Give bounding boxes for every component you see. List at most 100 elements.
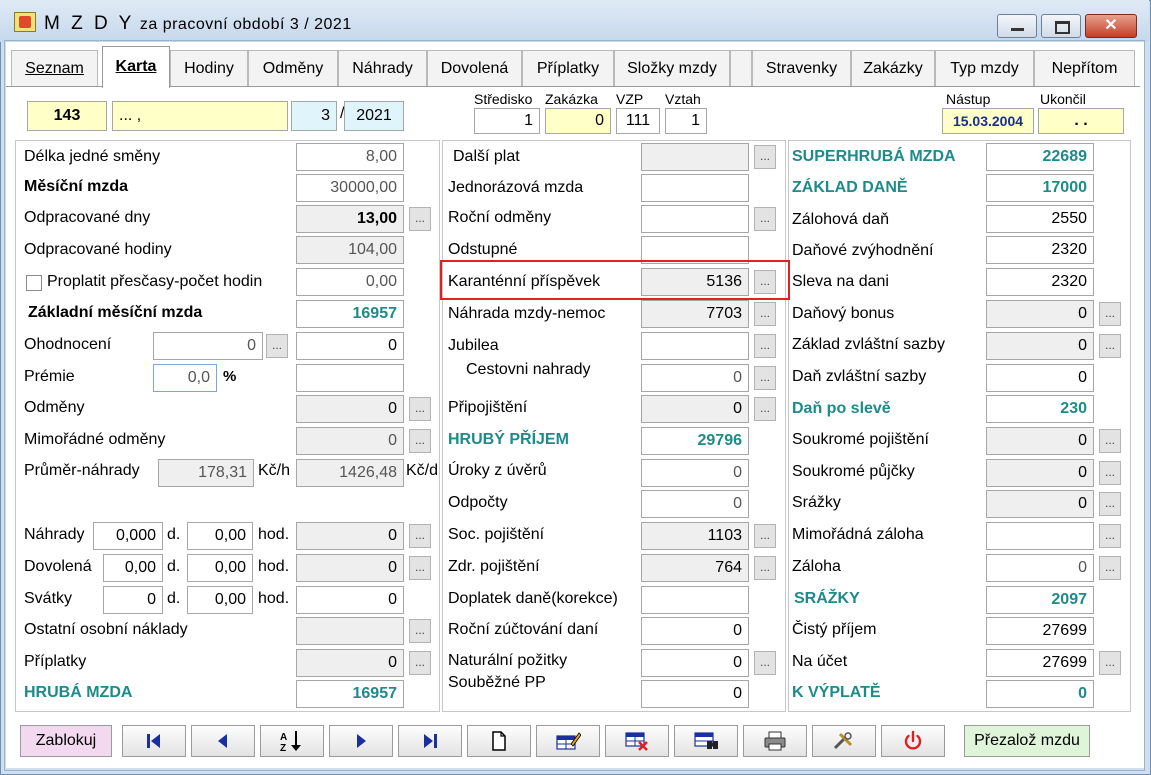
rocni-zuctovani-field[interactable]: 0 xyxy=(641,617,749,645)
tab-typ-mzdy[interactable]: Typ mzdy xyxy=(935,50,1034,86)
ohodnoceni-detail-button[interactable]: ... xyxy=(266,334,288,358)
exit-button[interactable] xyxy=(881,725,945,757)
danovy-bonus-detail-button[interactable]: ... xyxy=(1099,302,1121,326)
ostatni-naklady-field[interactable] xyxy=(296,617,404,645)
prumer-hodinovy-field[interactable]: 178,31 xyxy=(158,459,254,487)
soubezne-pp-field[interactable]: 0 xyxy=(641,680,749,708)
soukrome-pojisteni-detail-button[interactable]: ... xyxy=(1099,429,1121,453)
tab-zakazky[interactable]: Zakázky xyxy=(851,50,935,86)
first-record-button[interactable] xyxy=(122,725,186,757)
tab-seznam[interactable]: Seznam xyxy=(11,50,98,86)
svatky-field[interactable]: 0 xyxy=(296,586,404,614)
odprac-dny-detail-button[interactable]: ... xyxy=(409,207,431,231)
tools-button[interactable] xyxy=(812,725,876,757)
prescasy-checkbox[interactable] xyxy=(26,275,42,291)
delete-record-button[interactable] xyxy=(605,725,669,757)
soc-pojisteni-detail-button[interactable]: ... xyxy=(754,524,776,548)
delka-smeny-field[interactable]: 8,00 xyxy=(296,143,404,171)
tab-dovolena[interactable]: Dovolená xyxy=(427,50,522,86)
soukrome-pujcky-field[interactable]: 0 xyxy=(986,459,1094,487)
sort-button[interactable]: AZ xyxy=(260,725,324,757)
dovolena-dny-field[interactable]: 0,00 xyxy=(103,554,163,582)
employee-number-field[interactable]: 143 xyxy=(27,101,107,131)
vzp-field[interactable]: 111 xyxy=(616,108,660,134)
zalohova-dan-field[interactable]: 2550 xyxy=(986,205,1094,233)
dovolena-hodiny-field[interactable]: 0,00 xyxy=(187,554,253,582)
mimoradne-odmeny-field[interactable]: 0 xyxy=(296,427,404,455)
srazky-field[interactable]: 0 xyxy=(986,490,1094,518)
dalsi-plat-detail-button[interactable]: ... xyxy=(754,145,776,169)
soukrome-pojisteni-field[interactable]: 0 xyxy=(986,427,1094,455)
doplatek-dane-field[interactable] xyxy=(641,586,749,614)
tab-slozky-mzdy[interactable]: Složky mzdy xyxy=(614,50,730,86)
tab-karta[interactable]: Karta xyxy=(102,46,170,88)
nahrady-dny-field[interactable]: 0,000 xyxy=(93,522,163,550)
mimoradna-zaloha-field[interactable] xyxy=(986,522,1094,550)
jubilea-field[interactable] xyxy=(641,332,749,360)
svatky-hodiny-field[interactable]: 0,00 xyxy=(187,586,253,614)
odmeny-detail-button[interactable]: ... xyxy=(409,397,431,421)
ostatni-naklady-detail-button[interactable]: ... xyxy=(409,619,431,643)
vztah-field[interactable]: 1 xyxy=(665,108,707,134)
jubilea-detail-button[interactable]: ... xyxy=(754,334,776,358)
ohodnoceni-input[interactable]: 0 xyxy=(153,332,263,360)
zaklad-zvlastni-sazby-detail-button[interactable]: ... xyxy=(1099,334,1121,358)
next-record-button[interactable] xyxy=(329,725,393,757)
nahrada-nemoc-detail-button[interactable]: ... xyxy=(754,302,776,326)
zaloha-field[interactable]: 0 xyxy=(986,554,1094,582)
dovolena-field[interactable]: 0 xyxy=(296,554,404,582)
nahrady-detail-button[interactable]: ... xyxy=(409,524,431,548)
prumer-denni-field[interactable]: 1426,48 xyxy=(296,459,404,487)
soc-pojisteni-field[interactable]: 1103 xyxy=(641,522,749,550)
na-ucet-field[interactable]: 27699 xyxy=(986,649,1094,677)
zaloha-detail-button[interactable]: ... xyxy=(1099,556,1121,580)
svatky-dny-field[interactable]: 0 xyxy=(103,586,163,614)
zaklad-zvlastni-sazby-field[interactable]: 0 xyxy=(986,332,1094,360)
edit-record-button[interactable] xyxy=(536,725,600,757)
dovolena-detail-button[interactable]: ... xyxy=(409,556,431,580)
nastup-date-field[interactable]: 15.03.2004 xyxy=(942,108,1034,134)
odpocty-field[interactable]: 0 xyxy=(641,490,749,518)
cestovni-nahrady-detail-button[interactable]: ... xyxy=(754,366,776,390)
tab-stravenky[interactable]: Stravenky xyxy=(752,50,851,86)
last-record-button[interactable] xyxy=(398,725,462,757)
sleva-na-dani-field[interactable]: 2320 xyxy=(986,268,1094,296)
dan-zvlastni-sazby-field[interactable]: 0 xyxy=(986,364,1094,392)
ukoncil-date-field[interactable]: . . xyxy=(1038,108,1124,134)
tab-priplatky[interactable]: Příplatky xyxy=(522,50,614,86)
dalsi-plat-field[interactable] xyxy=(641,143,749,171)
zakazka-field[interactable]: 0 xyxy=(545,108,611,134)
naturalni-pozitky-field[interactable]: 0 xyxy=(641,649,749,677)
naturalni-pozitky-detail-button[interactable]: ... xyxy=(754,651,776,675)
jednorazova-mzda-field[interactable] xyxy=(641,174,749,202)
odprac-dny-field[interactable]: 13,00 xyxy=(296,205,404,233)
search-record-button[interactable] xyxy=(674,725,738,757)
tab-hodiny[interactable]: Hodiny xyxy=(170,50,248,86)
srazky-detail-button[interactable]: ... xyxy=(1099,492,1121,516)
pripojisteni-field[interactable]: 0 xyxy=(641,395,749,423)
rocni-odmeny-field[interactable] xyxy=(641,205,749,233)
maximize-button[interactable] xyxy=(1041,14,1081,38)
mesicni-mzda-field[interactable]: 30000,00 xyxy=(296,174,404,202)
zdr-pojisteni-field[interactable]: 764 xyxy=(641,554,749,582)
tab-odmeny[interactable]: Odměny xyxy=(248,50,338,86)
danove-zvyhodneni-field[interactable]: 2320 xyxy=(986,236,1094,264)
premie-input[interactable]: 0,0 xyxy=(153,364,217,392)
title-bar[interactable]: M Z D Y za pracovní období 3 / 2021 ✕ xyxy=(0,0,1149,42)
employee-name-field[interactable]: ... , xyxy=(112,101,288,131)
nahrady-hodiny-field[interactable]: 0,00 xyxy=(187,522,253,550)
previous-record-button[interactable] xyxy=(191,725,255,757)
premie-field[interactable] xyxy=(296,364,404,392)
priplatky-field[interactable]: 0 xyxy=(296,649,404,677)
prezaloz-mzdu-button[interactable]: Přezalož mzdu xyxy=(964,725,1090,757)
print-button[interactable] xyxy=(743,725,807,757)
tab-nahrady[interactable]: Náhrady xyxy=(338,50,427,86)
priplatky-detail-button[interactable]: ... xyxy=(409,651,431,675)
odprac-hodiny-field[interactable]: 104,00 xyxy=(296,236,404,264)
tab-nepritom[interactable]: Nepřítom xyxy=(1034,50,1135,86)
new-record-button[interactable] xyxy=(467,725,531,757)
nahrada-nemoc-field[interactable]: 7703 xyxy=(641,300,749,328)
close-button[interactable]: ✕ xyxy=(1085,14,1137,38)
uroky-field[interactable]: 0 xyxy=(641,459,749,487)
mimoradne-odmeny-detail-button[interactable]: ... xyxy=(409,429,431,453)
